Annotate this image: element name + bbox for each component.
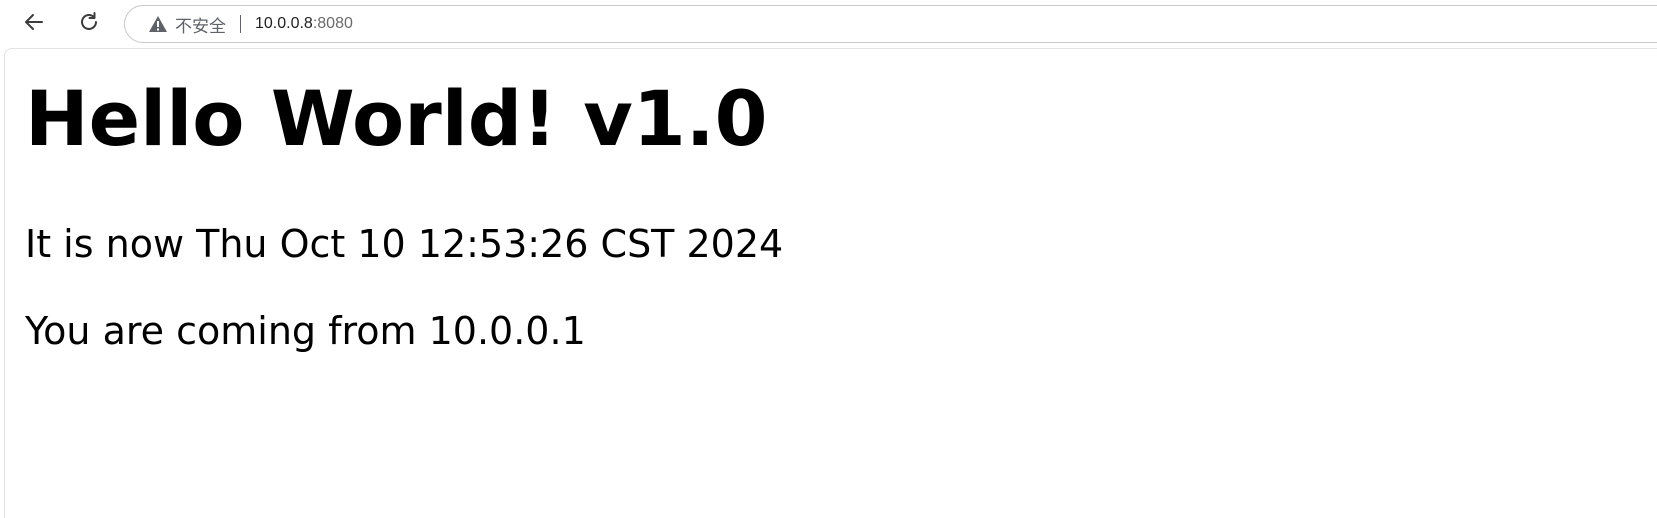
security-status-label[interactable]: 不安全 [175,12,226,37]
url-host[interactable]: 10.0.0.8 [255,15,313,33]
page-content: Hello World! v1.0 It is now Thu Oct 10 1… [4,48,1657,518]
current-time-text: It is now Thu Oct 10 12:53:26 CST 2024 [25,222,784,266]
page-heading: Hello World! v1.0 [25,74,768,163]
reload-button[interactable] [71,6,107,42]
reload-icon [78,11,100,37]
arrow-left-icon [23,11,45,37]
client-origin-text: You are coming from 10.0.0.1 [25,309,586,353]
browser-toolbar: 不安全 10.0.0.8:8080 [0,0,1657,48]
back-button[interactable] [16,6,52,42]
address-bar[interactable]: 不安全 10.0.0.8:8080 [124,5,1657,43]
url-port[interactable]: :8080 [313,15,353,33]
address-divider [240,15,241,33]
warning-triangle-icon[interactable] [147,14,169,34]
